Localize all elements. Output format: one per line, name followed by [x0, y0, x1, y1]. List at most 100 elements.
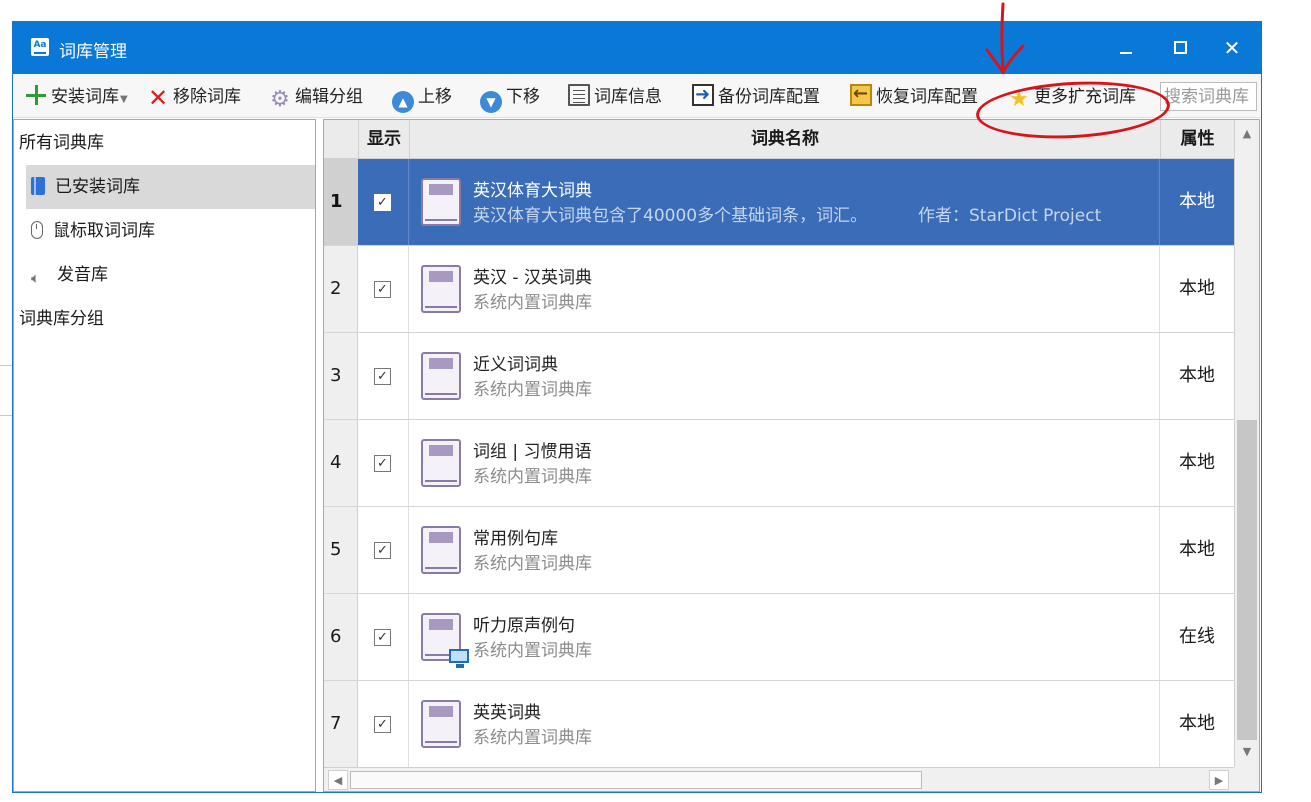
- online-computer-icon: [449, 649, 469, 668]
- dictionary-attribute: 本地: [1179, 539, 1215, 560]
- sidebar: 所有词典库 已安装词库 鼠标取词词库 🔈︎ 发音库 词典库分组: [13, 119, 316, 792]
- close-button[interactable]: ✕: [1219, 35, 1245, 61]
- dictionary-name: 词组 | 习惯用语: [473, 442, 592, 462]
- dictionary-description: 系统内置词典库: [473, 554, 592, 574]
- annotation-arrow: [985, 2, 1025, 75]
- name-cell: 常用例句库 系统内置词典库: [409, 507, 1160, 593]
- sidebar-item-mouse-lookup[interactable]: 鼠标取词词库: [26, 209, 315, 253]
- table-row[interactable]: 1 ✓ 英汉体育大词典 英汉体育大词典包含了40000多个基础词条，词汇。 作者…: [324, 159, 1234, 246]
- chevron-down-icon[interactable]: ▼: [120, 94, 128, 105]
- sidebar-item-label: 鼠标取词词库: [53, 221, 155, 241]
- dictionary-name: 英汉体育大词典: [473, 181, 592, 201]
- sidebar-item-pronunciation[interactable]: 🔈︎ 发音库: [26, 253, 315, 297]
- vertical-scroll-thumb[interactable]: [1237, 420, 1257, 740]
- install-label: 安装词库: [51, 87, 119, 107]
- row-number: 7: [324, 681, 358, 767]
- show-cell: ✓: [358, 246, 409, 332]
- dictionary-attribute: 本地: [1179, 452, 1215, 473]
- background-line: [0, 415, 12, 416]
- show-cell: ✓: [358, 681, 409, 767]
- table-row[interactable]: 4 ✓ 词组 | 习惯用语 系统内置词典库 本地: [324, 420, 1234, 507]
- dictionary-name: 听力原声例句: [473, 616, 575, 636]
- gear-icon: ⚙: [270, 87, 290, 112]
- window-title: 词库管理: [59, 42, 127, 62]
- move-up-button[interactable]: ▲ 上移: [392, 84, 452, 113]
- arrow-down-icon: ▼: [480, 91, 502, 113]
- header-corner: [324, 120, 358, 159]
- remove-dictionary-button[interactable]: ✕ 移除词库: [147, 84, 241, 110]
- dictionary-description: 系统内置词典库: [473, 380, 592, 400]
- remove-label: 移除词库: [173, 87, 241, 107]
- dictionary-book-icon: [421, 265, 461, 313]
- column-header-attr[interactable]: 属性: [1160, 120, 1234, 159]
- show-checkbox[interactable]: ✓: [374, 368, 391, 385]
- table-row[interactable]: 6 ✓ 听力原声例句 系统内置词典库 在线: [324, 594, 1234, 681]
- close-icon: ✕: [1223, 36, 1241, 60]
- dictionary-description: 系统内置词典库: [473, 728, 592, 748]
- scrollbar-corner: [1234, 767, 1259, 791]
- dictionary-book-icon: [421, 700, 461, 748]
- dictionary-book-icon: [421, 439, 461, 487]
- table-row[interactable]: 3 ✓ 近义词词典 系统内置词典库 本地: [324, 333, 1234, 420]
- remove-icon: ✕: [147, 84, 169, 112]
- show-checkbox[interactable]: ✓: [374, 455, 391, 472]
- table-row[interactable]: 2 ✓ 英汉 - 汉英词典 系统内置词典库 本地: [324, 246, 1234, 333]
- background-line: [0, 365, 12, 366]
- dictionary-manager-window: Aa 词库管理 ✕ 安装词库▼ ✕ 移除词库 ⚙ 编辑分组 ▲ 上移 ▼ 下移 词库信息…: [12, 2, 1262, 793]
- dictionary-attribute: 本地: [1179, 278, 1215, 299]
- vertical-scrollbar[interactable]: ▲ ▼: [1234, 120, 1259, 767]
- backup-label: 备份词库配置: [718, 87, 820, 107]
- title-bar[interactable]: Aa 词库管理 ✕: [13, 22, 1261, 74]
- info-label: 词库信息: [594, 87, 662, 107]
- sidebar-item-label: 发音库: [57, 265, 108, 285]
- scroll-left-icon[interactable]: ◀: [328, 770, 348, 790]
- table-row[interactable]: 5 ✓ 常用例句库 系统内置词典库 本地: [324, 507, 1234, 594]
- show-cell: ✓: [358, 507, 409, 593]
- sidebar-dictionary-groups[interactable]: 词典库分组: [19, 297, 315, 341]
- table-row[interactable]: 7 ✓ 英英词典 系统内置词典库 本地: [324, 681, 1234, 768]
- show-checkbox[interactable]: ✓: [374, 281, 391, 298]
- show-cell: ✓: [358, 333, 409, 419]
- install-dictionary-button[interactable]: 安装词库▼: [25, 84, 128, 110]
- arrow-up-icon: ▲: [392, 91, 414, 113]
- scroll-down-icon[interactable]: ▼: [1238, 742, 1256, 762]
- minimize-button[interactable]: [1113, 35, 1139, 61]
- show-checkbox[interactable]: ✓: [374, 716, 391, 733]
- dictionary-book-icon: [421, 352, 461, 400]
- column-header-show[interactable]: 显示: [358, 120, 409, 159]
- scroll-right-icon[interactable]: ▶: [1209, 770, 1229, 790]
- dictionary-book-icon: [421, 178, 461, 226]
- maximize-icon: [1174, 41, 1187, 54]
- show-checkbox[interactable]: ✓: [374, 629, 391, 646]
- restore-label: 恢复词库配置: [876, 87, 978, 107]
- dictionary-name: 常用例句库: [473, 529, 558, 549]
- horizontal-scrollbar[interactable]: ◀ ▶: [324, 767, 1234, 791]
- speaker-icon: 🔈︎: [31, 269, 41, 287]
- dictionary-table: 显示 词典名称 属性 1 ✓ 英汉体育大词典 英汉体育大词典包含了40000多个…: [323, 119, 1260, 792]
- backup-config-button[interactable]: 备份词库配置: [692, 82, 820, 110]
- show-cell: ✓: [358, 159, 409, 245]
- show-checkbox[interactable]: ✓: [374, 542, 391, 559]
- scroll-up-icon[interactable]: ▲: [1238, 124, 1256, 144]
- maximize-button[interactable]: [1167, 35, 1193, 61]
- sidebar-item-installed[interactable]: 已安装词库: [26, 165, 315, 209]
- sidebar-all-dictionaries[interactable]: 所有词典库: [19, 121, 315, 165]
- row-number: 6: [324, 594, 358, 680]
- name-cell: 英英词典 系统内置词典库: [409, 681, 1160, 767]
- restore-config-button[interactable]: 恢复词库配置: [850, 81, 978, 110]
- show-checkbox[interactable]: ✓: [374, 194, 391, 211]
- row-number: 1: [324, 159, 358, 245]
- search-input[interactable]: [1160, 82, 1257, 111]
- edit-group-label: 编辑分组: [295, 87, 363, 107]
- horizontal-scroll-thumb[interactable]: [350, 771, 922, 789]
- move-down-button[interactable]: ▼ 下移: [480, 84, 540, 113]
- edit-group-button[interactable]: ⚙ 编辑分组: [269, 84, 363, 112]
- name-cell: 近义词词典 系统内置词典库: [409, 333, 1160, 419]
- dictionary-description: 系统内置词典库: [473, 293, 592, 313]
- dictionary-info-button[interactable]: 词库信息: [568, 84, 662, 110]
- document-icon: [568, 84, 590, 106]
- dictionary-attribute: 本地: [1179, 365, 1215, 386]
- dictionary-name: 英英词典: [473, 703, 541, 723]
- dictionary-name: 英汉 - 汉英词典: [473, 268, 592, 288]
- dictionary-description: 系统内置词典库: [473, 641, 592, 661]
